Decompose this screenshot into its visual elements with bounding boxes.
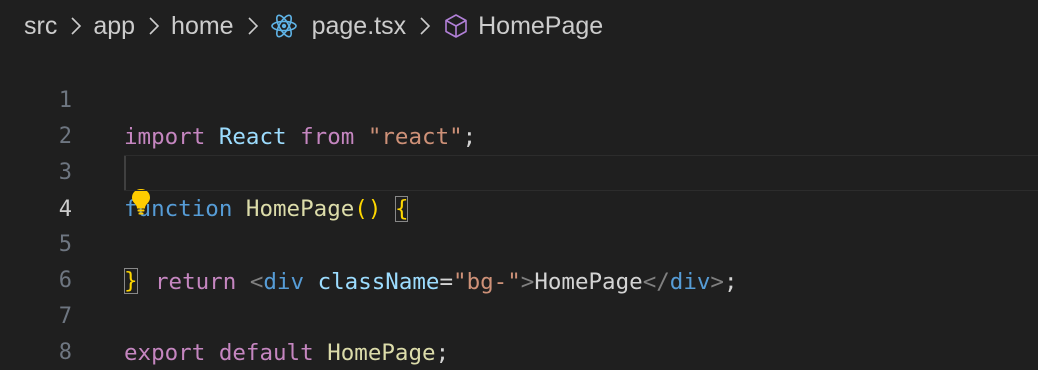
code-line-7[interactable]: 7 export default HomePage;	[0, 263, 1038, 366]
breadcrumb-item-home[interactable]: home	[171, 12, 234, 41]
lightbulb-icon[interactable]	[131, 116, 151, 215]
code-text: export default HomePage;	[124, 335, 449, 370]
indent-guide	[124, 156, 126, 190]
cube-icon	[442, 12, 470, 40]
chevron-right-icon	[414, 15, 436, 37]
code-line-3[interactable]: 3 function HomePage() {	[0, 116, 1038, 222]
code-line-8[interactable]: 8	[0, 299, 1038, 365]
line-number: 3	[58, 160, 72, 185]
line-number: 8	[58, 340, 72, 365]
code-line-1[interactable]: 1 import React from "react";	[0, 47, 1038, 150]
code-area[interactable]: 1 import React from "react"; 2 3 functio…	[0, 47, 1038, 366]
breadcrumb-item-file[interactable]: page.tsx	[312, 12, 407, 41]
chevron-right-icon	[65, 15, 87, 37]
token-keyword: default	[218, 340, 314, 366]
code-line-4-current[interactable]: 4 return <div className="bg-">HomePage</…	[59, 155, 1038, 295]
token-punctuation: ;	[435, 340, 450, 366]
chevron-right-icon	[242, 15, 264, 37]
token-keyword: export	[124, 340, 206, 366]
code-line-5[interactable]: 5 }	[0, 191, 1038, 294]
breadcrumb: src app home page.tsx HomePage	[24, 8, 603, 44]
code-line-2[interactable]: 2	[0, 83, 1038, 149]
chevron-right-icon	[143, 15, 165, 37]
code-line-6[interactable]: 6	[0, 227, 1038, 293]
token-function-name: HomePage	[327, 340, 436, 366]
breadcrumb-item-src[interactable]: src	[24, 12, 57, 41]
react-icon	[270, 12, 298, 40]
code-editor[interactable]: src app home page.tsx HomePage 1 import …	[0, 0, 1038, 370]
breadcrumb-item-symbol[interactable]: HomePage	[478, 12, 603, 41]
breadcrumb-item-app[interactable]: app	[93, 12, 135, 41]
